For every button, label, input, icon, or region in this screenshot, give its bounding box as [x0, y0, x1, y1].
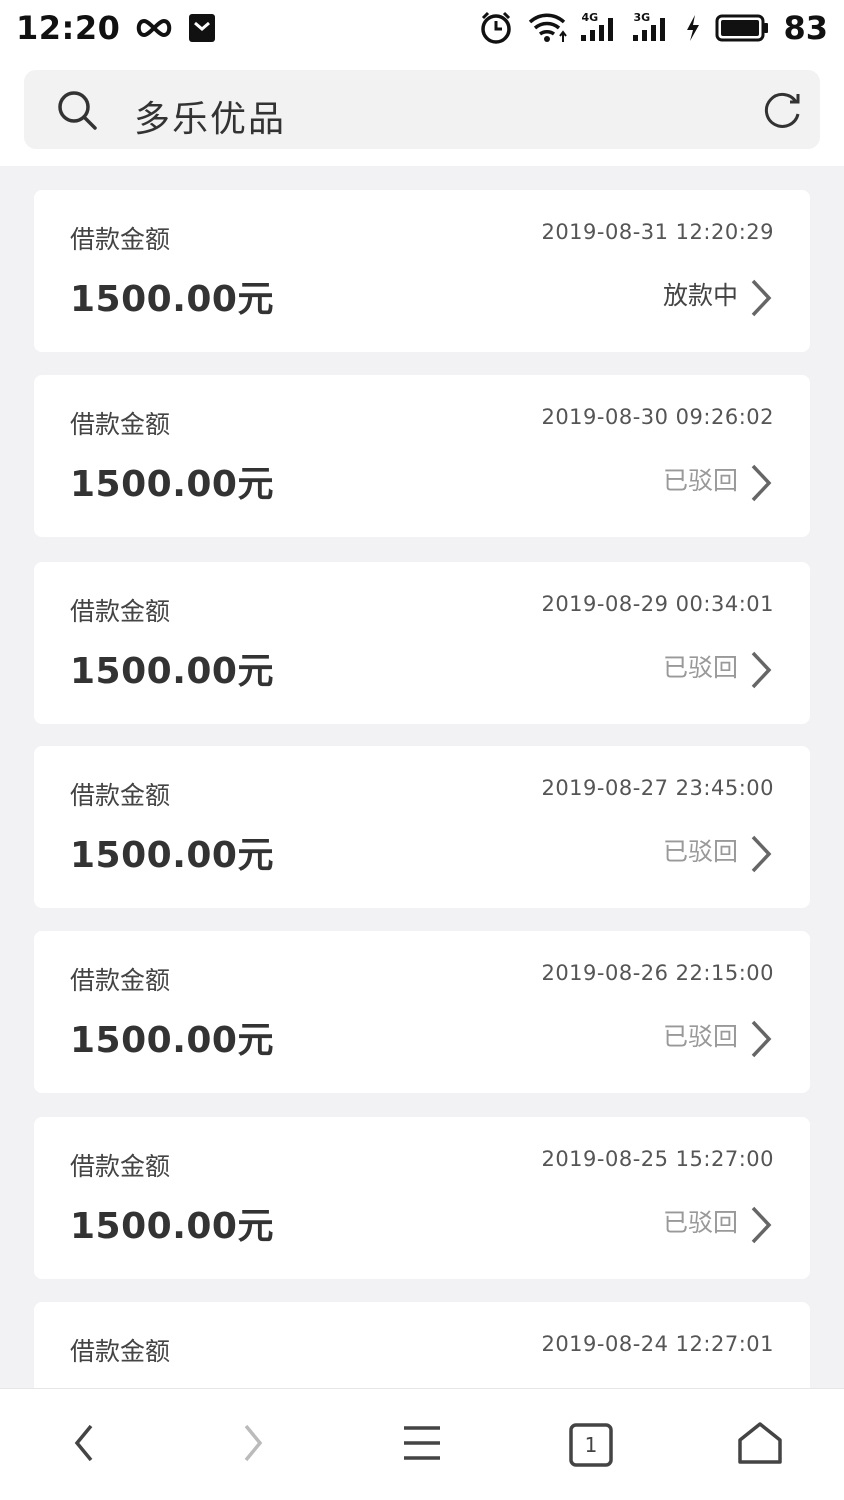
- loan-status: 已驳回: [662, 466, 738, 495]
- back-button[interactable]: [34, 1389, 134, 1500]
- infinity-icon: [134, 16, 174, 40]
- wifi-icon: [527, 12, 568, 44]
- loan-timestamp: 2019-08-25 15:27:00: [541, 1147, 774, 1171]
- loan-amount-label: 借款金额: [70, 225, 171, 254]
- shield-icon: [188, 13, 216, 43]
- loan-amount-label: 借款金额: [70, 1152, 171, 1181]
- chevron-right-icon[interactable]: [748, 650, 774, 694]
- tab-count: 1: [584, 1433, 598, 1457]
- home-icon: [736, 1420, 784, 1470]
- menu-button[interactable]: [372, 1389, 472, 1500]
- chevron-right-icon[interactable]: [748, 463, 774, 507]
- tabs-button[interactable]: 1: [541, 1389, 641, 1500]
- menu-icon: [402, 1425, 442, 1465]
- loan-status: 已驳回: [662, 1208, 738, 1237]
- loan-amount-label: 借款金额: [70, 966, 171, 995]
- search-icon[interactable]: [56, 89, 98, 135]
- charging-icon: [685, 14, 701, 42]
- back-icon: [72, 1423, 96, 1467]
- forward-icon: [241, 1423, 265, 1467]
- browser-toolbar: 1: [0, 1388, 844, 1500]
- loan-timestamp: 2019-08-29 00:34:01: [541, 592, 774, 616]
- status-time: 12:20: [16, 9, 121, 47]
- loan-amount-label: 借款金额: [70, 1337, 171, 1366]
- chevron-right-icon[interactable]: [748, 1019, 774, 1063]
- home-button[interactable]: [710, 1389, 810, 1500]
- signal-3g-icon: 3G: [633, 11, 671, 43]
- loan-amount-label: 借款金额: [70, 597, 171, 626]
- loan-status: 已驳回: [662, 837, 738, 866]
- loan-record-card[interactable]: 借款金额 1500.00元 2019-08-26 22:15:00 已驳回: [34, 931, 810, 1093]
- signal-4g-icon: 4G: [581, 11, 619, 43]
- search-bar[interactable]: 多乐优品: [24, 70, 820, 149]
- search-header: 多乐优品: [0, 56, 844, 166]
- tabs-icon: 1: [569, 1423, 613, 1467]
- loan-amount-label: 借款金额: [70, 410, 171, 439]
- loan-amount-value: 1500.00元: [70, 464, 274, 505]
- loan-status: 放款中: [662, 281, 738, 310]
- loan-record-card[interactable]: 借款金额 1500.00元 2019-08-27 23:45:00 已驳回: [34, 746, 810, 908]
- loan-timestamp: 2019-08-30 09:26:02: [541, 405, 774, 429]
- loan-amount-value: 1500.00元: [70, 835, 274, 876]
- battery-icon: [715, 14, 769, 42]
- refresh-icon[interactable]: [760, 88, 804, 136]
- loan-record-card[interactable]: 借款金额 1500.00元 2019-08-29 00:34:01 已驳回: [34, 562, 810, 724]
- loan-status: 已驳回: [662, 653, 738, 682]
- chevron-right-icon[interactable]: [748, 278, 774, 322]
- search-query[interactable]: 多乐优品: [134, 90, 286, 142]
- loan-record-card[interactable]: 借款金额 1500.00元 2019-08-31 12:20:29 放款中: [34, 190, 810, 352]
- loan-timestamp: 2019-08-31 12:20:29: [541, 220, 774, 244]
- loan-amount-value: 1500.00元: [70, 651, 274, 692]
- loan-record-card[interactable]: 借款金额 1500.00元 2019-08-25 15:27:00 已驳回: [34, 1117, 810, 1279]
- loan-timestamp: 2019-08-27 23:45:00: [541, 776, 774, 800]
- loan-amount-label: 借款金额: [70, 781, 171, 810]
- battery-level: 83: [783, 9, 828, 47]
- status-bar: 12:20 4G 3G 83: [0, 0, 844, 56]
- chevron-right-icon[interactable]: [748, 834, 774, 878]
- alarm-icon: [479, 11, 513, 45]
- loan-amount-value: 1500.00元: [70, 279, 274, 320]
- forward-button[interactable]: [203, 1389, 303, 1500]
- loan-amount-value: 1500.00元: [70, 1020, 274, 1061]
- loan-timestamp: 2019-08-24 12:27:01: [541, 1332, 774, 1356]
- chevron-right-icon[interactable]: [748, 1205, 774, 1249]
- loan-record-card[interactable]: 借款金额 1500.00元 2019-08-30 09:26:02 已驳回: [34, 375, 810, 537]
- loan-status: 已驳回: [662, 1022, 738, 1051]
- loan-timestamp: 2019-08-26 22:15:00: [541, 961, 774, 985]
- loan-amount-value: 1500.00元: [70, 1206, 274, 1247]
